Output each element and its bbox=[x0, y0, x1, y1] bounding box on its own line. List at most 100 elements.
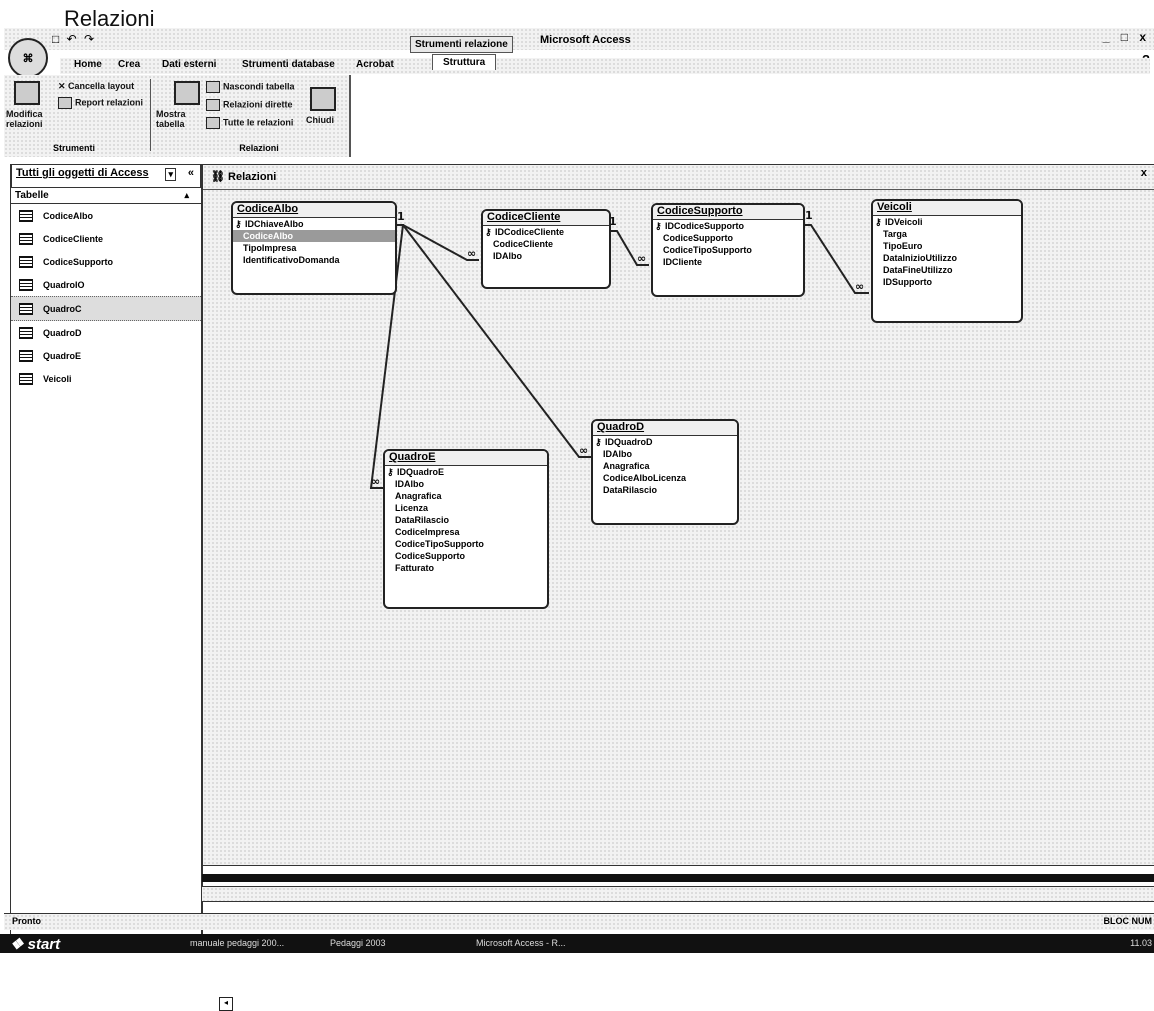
field-row[interactable]: CodiceTipoSupporto bbox=[385, 538, 547, 550]
field-row[interactable]: DataFineUtilizzo bbox=[873, 264, 1021, 276]
table-veicoli[interactable]: Veicoli ⚷ IDVeicoli Targa TipoEuro DataIn… bbox=[871, 199, 1023, 323]
tutte-le-relazioni-button[interactable]: Tutte le relazioni bbox=[206, 117, 293, 129]
nascondi-tabella-button[interactable]: Nascondi tabella bbox=[206, 81, 295, 93]
horizontal-scrollbar[interactable] bbox=[202, 874, 1154, 882]
table-codicecliente[interactable]: CodiceCliente ⚷ IDCodiceCliente CodiceCli… bbox=[481, 209, 611, 289]
table-icon bbox=[19, 302, 33, 315]
field-row[interactable]: DataRilascio bbox=[385, 514, 547, 526]
edit-relations-icon[interactable] bbox=[14, 81, 40, 105]
report-relazioni-button[interactable]: Report relazioni bbox=[58, 97, 143, 109]
field-row[interactable]: IDSupporto bbox=[873, 276, 1021, 288]
table-codicealbo[interactable]: CodiceAlbo ⚷ IDChiaveAlbo CodiceAlbo Tipo… bbox=[231, 201, 397, 295]
taskbar: ❖ start manuale pedaggi 200... Pedaggi 2… bbox=[0, 934, 1154, 953]
field-row[interactable]: DataInizioUtilizzo bbox=[873, 252, 1021, 264]
field-row[interactable]: IDAlbo bbox=[385, 478, 547, 490]
many-marker: ∞ bbox=[855, 280, 864, 293]
field-row[interactable]: CodiceTipoSupporto bbox=[653, 244, 803, 256]
field-row[interactable]: CodiceSupporto bbox=[653, 232, 803, 244]
tab-struttura[interactable]: Struttura bbox=[432, 54, 497, 70]
field-row[interactable]: DataRilascio bbox=[593, 484, 737, 496]
table-title[interactable]: QuadroE bbox=[385, 451, 547, 466]
tab-acrobat[interactable]: Acrobat bbox=[350, 58, 400, 71]
chevron-up-icon[interactable]: ▴ bbox=[184, 190, 189, 201]
quick-access-toolbar[interactable]: □ ↶ ↷ bbox=[52, 32, 96, 46]
field-row[interactable]: CodiceCliente bbox=[483, 238, 609, 250]
table-icon bbox=[19, 349, 33, 362]
task-manuale-pedaggi[interactable]: manuale pedaggi 200... bbox=[190, 938, 284, 948]
relazioni-dirette-button[interactable]: Relazioni dirette bbox=[206, 99, 293, 111]
tab-crea[interactable]: Crea bbox=[112, 58, 146, 71]
field-row[interactable]: CodiceAlbo bbox=[233, 230, 395, 242]
ribbon: Modifica relazioni ✕ Cancella layout Rep… bbox=[4, 75, 351, 157]
table-codicesupporto[interactable]: CodiceSupporto ⚷ IDCodiceSupporto CodiceS… bbox=[651, 203, 805, 297]
field-row[interactable]: Anagrafica bbox=[385, 490, 547, 502]
nav-header[interactable]: Tutti gli oggetti di Access ▾ « bbox=[11, 164, 201, 188]
office-button[interactable]: ⌘ bbox=[8, 38, 48, 78]
nav-section-tabelle[interactable]: Tabelle ▴ bbox=[11, 188, 201, 204]
many-marker: ∞ bbox=[637, 252, 646, 265]
field-row[interactable]: Fatturato bbox=[385, 562, 547, 574]
title-bar: □ ↶ ↷ Strumenti relazione Microsoft Acce… bbox=[4, 28, 1154, 53]
field-row[interactable]: IDAlbo bbox=[593, 448, 737, 460]
many-marker: ∞ bbox=[579, 444, 588, 457]
nav-item-quadrod[interactable]: QuadroD bbox=[11, 321, 201, 344]
field-row[interactable]: IDCliente bbox=[653, 256, 803, 268]
field-row[interactable]: IDAlbo bbox=[483, 250, 609, 262]
field-row[interactable]: Anagrafica bbox=[593, 460, 737, 472]
chiudi-button[interactable]: Chiudi bbox=[306, 115, 334, 125]
task-microsoft-access[interactable]: Microsoft Access - R... bbox=[476, 938, 566, 948]
field-row[interactable]: ⚷ IDChiaveAlbo bbox=[233, 218, 395, 230]
close-icon[interactable] bbox=[310, 87, 336, 111]
field-row[interactable]: CodiceAlboLicenza bbox=[593, 472, 737, 484]
cancella-layout-button[interactable]: ✕ Cancella layout bbox=[58, 81, 134, 92]
tab-dati-esterni[interactable]: Dati esterni bbox=[156, 58, 222, 71]
chevron-down-icon[interactable]: ▾ bbox=[165, 168, 176, 181]
nav-item-codicesupporto[interactable]: CodiceSupporto bbox=[11, 250, 201, 273]
table-title[interactable]: CodiceSupporto bbox=[653, 205, 803, 220]
field-row[interactable]: ⚷ IDCodiceCliente bbox=[483, 226, 609, 238]
status-text: Pronto bbox=[12, 916, 41, 926]
field-row[interactable]: ⚷ IDCodiceSupporto bbox=[653, 220, 803, 232]
field-row[interactable]: IdentificativoDomanda bbox=[233, 254, 395, 266]
show-table-icon[interactable] bbox=[174, 81, 200, 105]
one-marker: 1 bbox=[805, 209, 813, 222]
horizontal-scrollbar-track[interactable] bbox=[202, 886, 1154, 902]
start-button[interactable]: ❖ start bbox=[10, 935, 60, 953]
table-title[interactable]: CodiceAlbo bbox=[233, 203, 395, 218]
field-row[interactable]: CodiceSupporto bbox=[385, 550, 547, 562]
field-row[interactable]: ⚷ IDQuadroD bbox=[593, 436, 737, 448]
task-pedaggi-2003[interactable]: Pedaggi 2003 bbox=[330, 938, 386, 948]
navigation-pane: Tutti gli oggetti di Access ▾ « Tabelle … bbox=[10, 164, 203, 934]
nav-item-quadroio[interactable]: QuadroIO bbox=[11, 273, 201, 296]
nav-item-quadroe[interactable]: QuadroE bbox=[11, 344, 201, 367]
key-icon: ⚷ bbox=[235, 219, 242, 229]
window-controls[interactable]: _ □ x bbox=[1103, 30, 1150, 44]
tab-home[interactable]: Home bbox=[68, 58, 108, 71]
num-lock-indicator: BLOC NUM bbox=[1103, 916, 1153, 926]
field-row[interactable]: CodiceImpresa bbox=[385, 526, 547, 538]
field-row[interactable]: ⚷ IDQuadroE bbox=[385, 466, 547, 478]
nav-item-veicoli[interactable]: Veicoli bbox=[11, 367, 201, 390]
collapse-pane-icon[interactable]: « bbox=[188, 167, 194, 179]
scroll-left-button[interactable]: ◂ bbox=[219, 997, 233, 1011]
modifica-relazioni-button[interactable]: Modifica relazioni bbox=[6, 109, 46, 129]
nav-item-codicecliente[interactable]: CodiceCliente bbox=[11, 227, 201, 250]
table-quadrod[interactable]: QuadroD ⚷ IDQuadroD IDAlbo Anagrafica Cod… bbox=[591, 419, 739, 525]
access-window: □ ↶ ↷ Strumenti relazione Microsoft Acce… bbox=[4, 28, 1154, 1011]
nav-item-codicealbo[interactable]: CodiceAlbo bbox=[11, 204, 201, 227]
relationships-canvas[interactable]: ⛓ Relazioni x 1 ∞ ∞ ∞ 1 ∞ 1 ∞ CodiceAlbo… bbox=[202, 164, 1154, 1011]
table-title[interactable]: CodiceCliente bbox=[483, 211, 609, 226]
mostra-tabella-button[interactable]: Mostra tabella bbox=[156, 109, 186, 129]
nav-item-quadroc[interactable]: QuadroC bbox=[11, 296, 201, 321]
table-icon bbox=[19, 255, 33, 268]
tab-strumenti-database[interactable]: Strumenti database bbox=[236, 58, 341, 71]
table-title[interactable]: Veicoli bbox=[873, 201, 1021, 216]
table-title[interactable]: QuadroD bbox=[593, 421, 737, 436]
table-quadroe[interactable]: QuadroE ⚷ IDQuadroE IDAlbo Anagrafica Lic… bbox=[383, 449, 549, 609]
field-row[interactable]: ⚷ IDVeicoli bbox=[873, 216, 1021, 228]
field-row[interactable]: TipoImpresa bbox=[233, 242, 395, 254]
field-row[interactable]: Licenza bbox=[385, 502, 547, 514]
field-row[interactable]: Targa bbox=[873, 228, 1021, 240]
field-row[interactable]: TipoEuro bbox=[873, 240, 1021, 252]
ribbon-separator bbox=[150, 79, 151, 151]
